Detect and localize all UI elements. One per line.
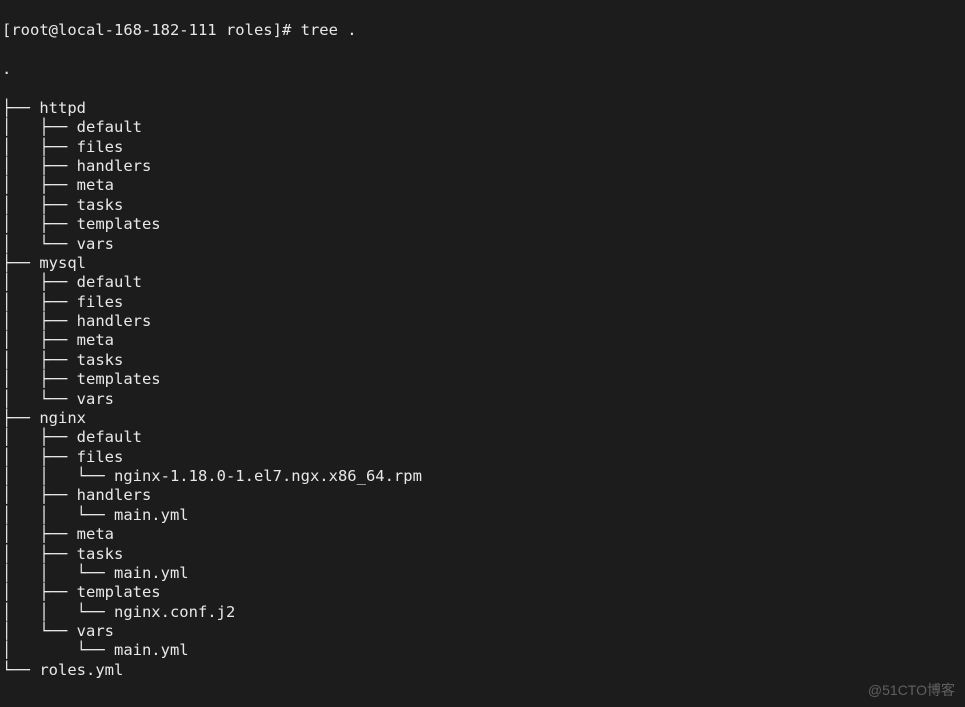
tree-line: │ ├── default (2, 118, 963, 137)
tree-line: │ ├── tasks (2, 351, 963, 370)
tree-line: │ ├── tasks (2, 545, 963, 564)
tree-line: │ ├── files (2, 448, 963, 467)
prompt-line-1: [root@local-168-182-111 roles]# tree . (2, 21, 963, 40)
tree-line: │ ├── meta (2, 525, 963, 544)
tree-root-dot: . (2, 60, 963, 79)
tree-line: │ ├── files (2, 293, 963, 312)
tree-line: ├── nginx (2, 409, 963, 428)
tree-body: ├── httpd│ ├── default│ ├── files│ ├── h… (2, 99, 963, 680)
tree-line: │ ├── meta (2, 331, 963, 350)
tree-line: │ ├── templates (2, 370, 963, 389)
tree-line: │ │ └── main.yml (2, 506, 963, 525)
tree-line: │ └── vars (2, 235, 963, 254)
tree-line: │ ├── default (2, 273, 963, 292)
tree-line: ├── httpd (2, 99, 963, 118)
tree-line: │ │ └── nginx-1.18.0-1.el7.ngx.x86_64.rp… (2, 467, 963, 486)
tree-line: │ └── main.yml (2, 641, 963, 660)
terminal-output[interactable]: [root@local-168-182-111 roles]# tree . .… (0, 0, 965, 707)
tree-line: └── roles.yml (2, 661, 963, 680)
tree-line: │ ├── tasks (2, 196, 963, 215)
tree-line: │ │ └── main.yml (2, 564, 963, 583)
tree-line: │ └── vars (2, 622, 963, 641)
tree-line: │ ├── handlers (2, 157, 963, 176)
tree-line: │ ├── files (2, 138, 963, 157)
tree-line: │ ├── meta (2, 176, 963, 195)
tree-line: │ ├── templates (2, 583, 963, 602)
tree-line: │ ├── handlers (2, 312, 963, 331)
tree-line: ├── mysql (2, 254, 963, 273)
tree-line: │ │ └── nginx.conf.j2 (2, 603, 963, 622)
tree-line: │ ├── templates (2, 215, 963, 234)
tree-line: │ └── vars (2, 390, 963, 409)
tree-line: │ ├── default (2, 428, 963, 447)
tree-line: │ ├── handlers (2, 486, 963, 505)
